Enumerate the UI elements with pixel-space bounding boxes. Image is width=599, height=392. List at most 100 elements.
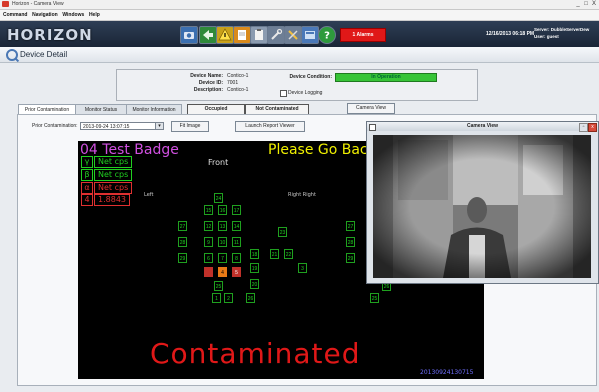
menu-windows[interactable]: Windows <box>62 10 84 20</box>
camera-view-label: Camera View <box>356 105 386 111</box>
front-label: Front <box>208 158 229 167</box>
page-title: Device Detail <box>20 50 68 59</box>
reading-value: 1.8843 <box>94 194 130 206</box>
detector-cell: 1 <box>212 293 221 303</box>
detector-cell: 9 <box>204 237 213 247</box>
right-label: Right Right <box>288 192 316 198</box>
detector-cell: 2 <box>224 293 233 303</box>
device-id-value: 7001 <box>227 80 239 86</box>
back-arrow-icon[interactable] <box>199 26 217 44</box>
detector-cell: 7 <box>218 253 227 263</box>
server-line: Server: DubbleServerDew <box>534 27 590 32</box>
camera-image <box>373 135 591 278</box>
detector-cell: 22 <box>284 249 293 259</box>
horizon-logo: HORIZON <box>7 26 93 44</box>
device-name-value: Contico-1 <box>227 73 249 79</box>
close-button[interactable]: X <box>590 1 598 8</box>
device-description-label: Description: <box>193 87 223 93</box>
detector-cell: 20 <box>250 279 259 289</box>
document-icon[interactable] <box>233 26 251 44</box>
detector-cell: 6 <box>204 253 213 263</box>
fit-image-button[interactable]: Fit Image <box>171 121 209 132</box>
detector-cell: 25 <box>214 281 223 291</box>
detector-cell: 25 <box>370 293 379 303</box>
detector-cell: 27 <box>178 221 187 231</box>
alarms-button[interactable]: 1 Alarms <box>340 28 386 42</box>
legend-label: Net cps <box>94 156 133 168</box>
detector-cell: 26 <box>246 293 255 303</box>
prior-contamination-selected: 2013-09-24 13:07:15 <box>83 124 130 130</box>
detector-cell: 3 <box>298 263 307 273</box>
camera-view-window[interactable]: Camera View ▫ x <box>366 121 599 284</box>
detector-cell <box>204 267 213 277</box>
tools-icon[interactable] <box>284 26 302 44</box>
detector-cell: 14 <box>232 221 241 231</box>
device-condition-label: Device Condition: <box>289 74 332 80</box>
detector-cell: 11 <box>232 237 241 247</box>
detector-cell: 27 <box>346 221 355 231</box>
page-header: Device Detail <box>0 47 599 63</box>
legend-symbol: α <box>81 182 93 194</box>
reading-index: 4 <box>81 194 93 206</box>
maximize-button[interactable]: □ <box>582 1 590 8</box>
detector-cell: 4 <box>218 267 227 277</box>
chevron-down-icon[interactable]: ▾ <box>155 123 163 129</box>
detector-cell: 5 <box>232 267 241 277</box>
window-title: Horizon - Camera View <box>12 1 64 7</box>
legend-label: Net cps <box>94 169 133 181</box>
result-timestamp: 20130924130715 <box>420 369 474 376</box>
menu-command[interactable]: Command <box>3 10 27 20</box>
detector-cell: 15 <box>204 205 213 215</box>
camera-window-close-button[interactable]: x <box>588 123 597 132</box>
detector-cell: 16 <box>218 205 227 215</box>
clipboard-icon[interactable] <box>250 26 268 44</box>
detector-cell: 29 <box>346 253 355 263</box>
camera-icon[interactable] <box>180 26 198 44</box>
left-label: Left <box>144 192 154 198</box>
legend-label: Net cps <box>94 182 133 194</box>
device-name-label: Device Name: <box>190 73 223 79</box>
detector-cell: 28 <box>346 237 355 247</box>
detector-cell: 12 <box>204 221 213 231</box>
launch-report-viewer-button[interactable]: Launch Report Viewer <box>235 121 305 132</box>
menu-bar: Command Navigation Windows Help <box>0 10 599 21</box>
detector-cell: 24 <box>214 193 223 203</box>
detector-cell: 17 <box>232 205 241 215</box>
help-icon[interactable]: ? <box>318 26 336 44</box>
device-description-value: Contico-1 <box>227 87 249 93</box>
app-icon <box>2 1 9 7</box>
camera-view-button[interactable]: Camera View <box>347 103 395 114</box>
server-user-info: Server: DubbleServerDew User: guest <box>534 26 589 40</box>
device-id-label: Device ID: <box>198 80 223 86</box>
svg-text:?: ? <box>324 31 330 42</box>
detector-cell: 29 <box>178 253 187 263</box>
prior-contamination-select[interactable]: 2013-09-24 13:07:15 ▾ <box>80 122 164 130</box>
datetime-display: 12/16/2013 06:18 PM <box>486 31 535 37</box>
settings-icon[interactable] <box>301 26 319 44</box>
detector-cell: 28 <box>178 237 187 247</box>
device-info-panel: Device Name: Contico-1 Device ID: 7001 D… <box>116 69 478 101</box>
camera-window-title: Camera View <box>466 123 499 129</box>
camera-window-icon <box>369 124 376 131</box>
detector-cell: 18 <box>250 249 259 259</box>
detector-cell: 13 <box>218 221 227 231</box>
warning-icon[interactable] <box>216 26 234 44</box>
user-line: User: guest <box>534 34 559 39</box>
camera-window-restore-button[interactable]: ▫ <box>579 123 588 132</box>
menu-help[interactable]: Help <box>89 10 100 20</box>
detector-cell: 8 <box>232 253 241 263</box>
device-logging-checkbox[interactable] <box>280 90 287 97</box>
detector-cell: 19 <box>250 263 259 273</box>
detector-cell: 10 <box>218 237 227 247</box>
window-titlebar: Horizon - Camera View _ □ X <box>0 0 599 10</box>
launch-report-label: Launch Report Viewer <box>245 123 295 129</box>
contaminated-result: Contaminated <box>150 337 361 370</box>
device-logging-label: Device Logging <box>288 90 323 96</box>
legend-symbol: β <box>81 169 93 181</box>
prior-contamination-label: Prior Contamination: <box>32 123 78 129</box>
wrench-icon[interactable] <box>267 26 285 44</box>
menu-navigation[interactable]: Navigation <box>32 10 58 20</box>
camera-window-titlebar[interactable]: Camera View <box>367 122 598 131</box>
toolbar: HORIZON ? 1 Alarms 12/16/2013 06:18 PM S… <box>0 21 599 47</box>
minimize-button[interactable]: _ <box>574 1 582 8</box>
